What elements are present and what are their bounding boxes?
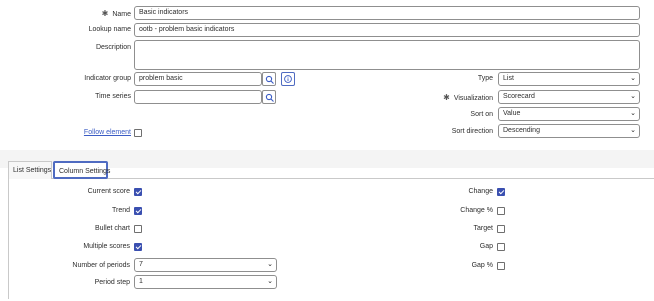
description-label: Description [95,44,131,51]
follow-element-checkbox[interactable] [134,129,142,137]
change-pct-checkbox[interactable] [497,207,505,215]
multiple-scores-checkbox[interactable] [134,243,142,251]
name-input[interactable]: Basic indicators [134,6,640,20]
required-icon: ✱ [443,93,450,102]
info-icon [284,75,292,83]
time-series-input[interactable] [134,90,262,104]
time-series-label: Time series [95,93,131,100]
sort-direction-select-value: Descending [503,127,540,134]
change-pct-label: Change % [460,207,493,214]
chevron-down-icon: ⌄ [630,127,636,134]
chevron-down-icon: ⌄ [267,278,273,285]
chevron-down-icon: ⌄ [630,75,636,82]
period-step-label: Period step [94,279,130,286]
follow-element-link[interactable]: Follow element [84,129,131,136]
required-icon: ✱ [101,9,109,18]
chevron-down-icon: ⌄ [267,261,273,268]
visualization-select[interactable]: Scorecard ⌄ [498,90,640,104]
search-icon [265,93,274,102]
multiple-scores-label: Multiple scores [83,243,130,250]
type-label: Type [477,75,493,82]
lookup-name-input[interactable]: ootb - problem basic indicators [134,23,640,37]
type-select[interactable]: List ⌄ [498,72,640,86]
number-of-periods-value: 7 [139,261,143,268]
target-checkbox[interactable] [497,225,505,233]
change-checkbox[interactable] [497,188,505,196]
indicator-group-label: Indicator group [84,75,131,82]
gap-pct-checkbox[interactable] [497,262,505,270]
indicator-group-info-button[interactable] [281,72,295,86]
sort-direction-select[interactable]: Descending ⌄ [498,124,640,138]
type-select-value: List [503,75,514,82]
tab-column-settings[interactable]: Column Settings [53,161,110,179]
gap-label: Gap [479,243,493,250]
number-of-periods-label: Number of periods [72,262,130,269]
chevron-down-icon: ⌄ [630,110,636,117]
visualization-label-text: Visualization [453,95,493,102]
gap-pct-label: Gap % [471,262,493,269]
sort-on-select-value: Value [503,110,521,117]
period-step-value: 1 [139,278,143,285]
gap-checkbox[interactable] [497,243,505,251]
visualization-label: ✱ Visualization [443,93,493,102]
trend-checkbox[interactable] [134,207,142,215]
current-score-label: Current score [87,188,130,195]
sort-on-select[interactable]: Value ⌄ [498,107,640,121]
name-label-text: Name [112,11,131,18]
search-icon [265,75,274,84]
sort-on-label: Sort on [470,111,493,118]
bullet-chart-label: Bullet chart [94,225,130,232]
number-of-periods-select[interactable]: 7 ⌄ [134,258,277,272]
description-textarea[interactable] [134,40,640,70]
lookup-name-label: Lookup name [88,26,131,33]
sort-direction-label: Sort direction [451,128,493,135]
change-label: Change [468,188,493,195]
trend-label: Trend [111,207,130,214]
target-label: Target [473,225,493,232]
indicator-group-search-button[interactable] [262,72,276,86]
current-score-checkbox[interactable] [134,188,142,196]
chevron-down-icon: ⌄ [630,93,636,100]
name-label: ✱ Name [102,9,131,18]
time-series-search-button[interactable] [262,90,276,104]
period-step-select[interactable]: 1 ⌄ [134,275,277,289]
bullet-chart-checkbox[interactable] [134,225,142,233]
indicator-group-input[interactable]: problem basic [134,72,262,86]
visualization-select-value: Scorecard [503,93,535,100]
tab-list-settings[interactable]: List Settings [8,161,52,179]
